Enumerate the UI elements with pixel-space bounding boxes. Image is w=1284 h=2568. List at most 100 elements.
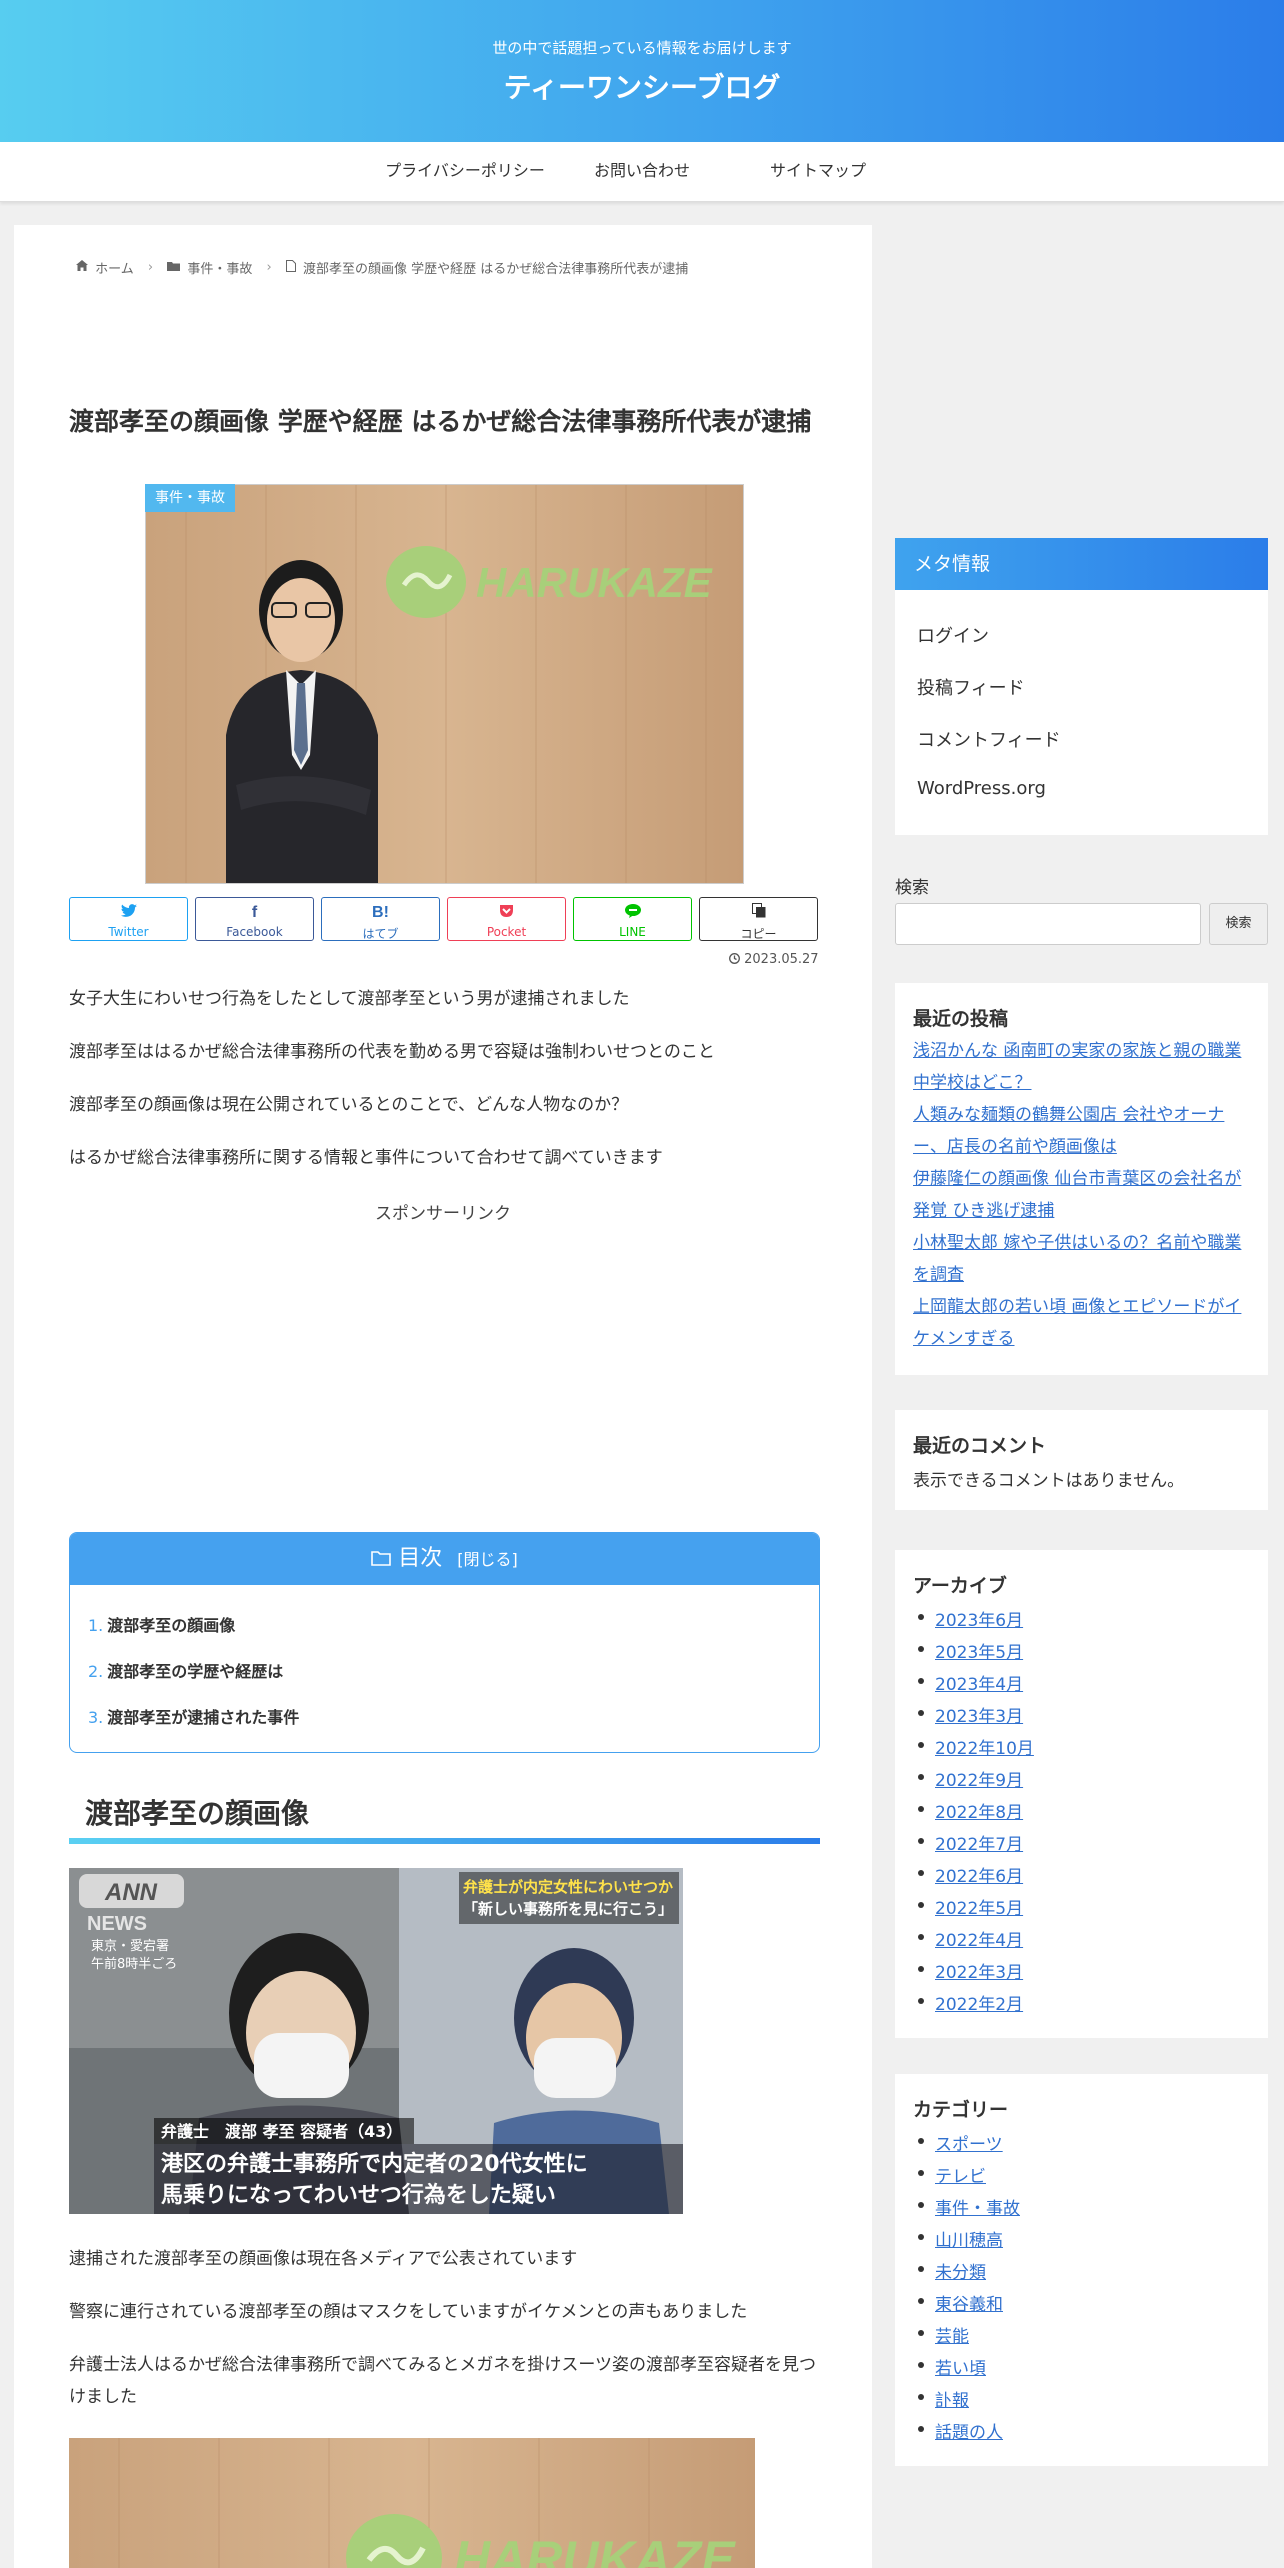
archive-link[interactable]: 2023年3月	[917, 1702, 1023, 1727]
toc-toggle[interactable]: [閉じる]	[457, 1550, 518, 1569]
svg-text:東京・愛宕署: 東京・愛宕署	[91, 1938, 169, 1954]
svg-text:港区の弁護士事務所で内定者の20代女性に: 港区の弁護士事務所で内定者の20代女性に	[161, 2151, 588, 2177]
chevron-right-icon: ›	[147, 260, 154, 275]
recent-post-link[interactable]: 伊藤隆仁の顔画像 仙台市青葉区の会社名が発覚 ひき逃げ逮捕	[913, 1163, 1253, 1227]
section-paragraph: 弁護士法人はるかぜ総合法律事務所で調べてみるとメガネを掛けスーツ姿の渡部孝至容疑…	[69, 2355, 816, 2407]
search-input[interactable]	[895, 903, 1201, 945]
table-of-contents: 目次 [閉じる] 1. 渡部孝至の顔画像 2. 渡部孝至の学歴や経歴は 3. 渡部孝至…	[69, 1532, 820, 1753]
clock-icon	[729, 952, 744, 967]
intro-paragraph: 渡部孝至ははるかぜ総合法律事務所の代表を勤める男で容疑は強制わいせつとのこと	[69, 1042, 715, 1062]
archive-link[interactable]: 2022年9月	[917, 1766, 1023, 1791]
share-pocket-label: Pocket	[486, 925, 527, 939]
category-link[interactable]: 山川穂高	[918, 2226, 1003, 2251]
haruzake-logo: HARUKAZE	[476, 559, 714, 606]
share-twitter-label: Twitter	[108, 925, 149, 939]
meta-wordpress-link[interactable]: WordPress.org	[917, 778, 1046, 799]
hatena-icon: B!	[372, 904, 389, 921]
share-facebook-button[interactable]: f Facebook	[195, 897, 314, 941]
category-link[interactable]: 未分類	[918, 2258, 986, 2283]
share-pocket-button[interactable]: Pocket	[447, 897, 566, 941]
recent-post-link[interactable]: 人類みな麺類の鶴舞公園店 会社やオーナー、店長の名前や顔画像は	[913, 1099, 1253, 1163]
nav-sitemap[interactable]: サイトマップ	[728, 142, 908, 202]
archives-widget: アーカイブ 2023年6月 2023年5月 2023年4月 2023年3月 20…	[895, 1550, 1268, 2038]
category-link[interactable]: 事件・事故	[918, 2194, 1020, 2219]
archive-link[interactable]: 2022年8月	[917, 1798, 1023, 1823]
archive-link[interactable]: 2022年7月	[917, 1830, 1023, 1855]
recent-posts-widget: 最近の投稿 浅沼かんな 函南町の実家の家族と親の職業 中学校はどこ？ 人類みな麺…	[895, 983, 1268, 1375]
news-image: ANN NEWS 東京・愛宕署 午前8時半ごろ 弁護士が内定女性にわいせつか 「…	[69, 1868, 683, 2214]
site-title[interactable]: ティーワンシーブログ	[0, 66, 1284, 106]
section-paragraph: 逮捕された渡部孝至の顔画像は現在各メディアで公表されています	[69, 2249, 578, 2269]
meta-widget: メタ情報 ログイン 投稿フィード コメントフィード WordPress.org	[895, 538, 1268, 835]
archive-link[interactable]: 2022年3月	[917, 1958, 1023, 1983]
meta-login-link[interactable]: ログイン	[917, 622, 989, 648]
haruzake-logo: HARUKAZE	[454, 2531, 736, 2568]
archive-link[interactable]: 2023年5月	[917, 1638, 1023, 1663]
archive-link[interactable]: 2022年2月	[917, 1990, 1023, 2015]
eyecatch-image: HARUKAZE	[145, 484, 744, 884]
svg-text:「新しい事務所を見に行こう」: 「新しい事務所を見に行こう」	[463, 1900, 673, 1918]
nav-privacy-policy[interactable]: プライバシーポリシー	[375, 142, 555, 202]
archive-link[interactable]: 2022年10月	[918, 1734, 1034, 1759]
category-label[interactable]: 事件・事故	[145, 484, 235, 512]
twitter-icon	[70, 903, 187, 923]
recent-post-link[interactable]: 上岡龍太郎の若い頃 画像とエピソードがイケメンすぎる	[913, 1291, 1253, 1355]
svg-text:弁護士が内定女性にわいせつか: 弁護士が内定女性にわいせつか	[463, 1878, 673, 1896]
share-buttons: Twitter f Facebook B! はてブ Pocket LINE コピ…	[69, 897, 831, 943]
share-line-label: LINE	[619, 925, 646, 939]
archive-link[interactable]: 2022年4月	[917, 1926, 1023, 1951]
line-icon	[574, 903, 691, 923]
intro-paragraph: 渡部孝至の顔画像は現在公開されているとのことで、どんな人物なのか？	[69, 1095, 629, 1115]
main-content: ホーム › 事件・事故 › 渡部孝至の顔画像 学歴や経歴 はるかぜ総合法律事務所…	[14, 225, 872, 2568]
archive-link[interactable]: 2023年4月	[917, 1670, 1023, 1695]
toc-title: 目次	[398, 1546, 443, 1571]
chevron-right-icon: ›	[266, 260, 272, 275]
meta-widget-title: メタ情報	[895, 538, 1268, 590]
toc-item[interactable]: 3. 渡部孝至が逮捕された事件	[88, 1704, 299, 1728]
breadcrumb-category[interactable]: 事件・事故	[187, 258, 252, 277]
page-title: 渡部孝至の顔画像 学歴や経歴 はるかぜ総合法律事務所代表が逮捕	[69, 407, 812, 436]
share-hatena-button[interactable]: B! はてブ	[321, 897, 440, 941]
archive-link[interactable]: 2023年6月	[917, 1606, 1023, 1631]
breadcrumb-home[interactable]: ホーム	[95, 258, 134, 277]
search-label: 検索	[895, 878, 929, 898]
meta-entries-feed-link[interactable]: 投稿フィード	[917, 674, 1025, 700]
share-copy-label: コピー	[740, 927, 777, 941]
category-link[interactable]: 訃報	[918, 2386, 969, 2411]
site-tagline: 世の中で話題担っている情報をお届けします	[492, 39, 792, 57]
recent-posts-title: 最近の投稿	[913, 1008, 1009, 1030]
category-link[interactable]: スポーツ	[918, 2130, 1003, 2155]
document-icon	[285, 259, 296, 276]
svg-text:午前8時半ごろ: 午前8時半ごろ	[91, 1956, 177, 1972]
toc-item[interactable]: 1. 渡部孝至の顔画像	[88, 1612, 235, 1636]
archive-link[interactable]: 2022年5月	[917, 1894, 1023, 1919]
share-copy-button[interactable]: コピー	[699, 897, 818, 941]
share-twitter-button[interactable]: Twitter	[69, 897, 188, 941]
category-link[interactable]: 芸能	[918, 2322, 969, 2347]
category-link[interactable]: 東谷義和	[918, 2290, 1003, 2315]
nav-contact[interactable]: お問い合わせ	[552, 142, 732, 202]
archive-link[interactable]: 2022年6月	[917, 1862, 1023, 1887]
global-nav: プライバシーポリシー お問い合わせ サイトマップ	[0, 142, 1284, 202]
recent-post-link[interactable]: 浅沼かんな 函南町の実家の家族と親の職業 中学校はどこ？	[913, 1035, 1253, 1099]
share-line-button[interactable]: LINE	[573, 897, 692, 941]
category-link[interactable]: テレビ	[918, 2162, 986, 2187]
no-comments-text: 表示できるコメントはありません。	[913, 1471, 1185, 1491]
intro-paragraph: 女子大生にわいせつ行為をしたとして渡部孝至という男が逮捕されました	[69, 989, 630, 1009]
folder-icon	[371, 1546, 398, 1571]
toc-item[interactable]: 2. 渡部孝至の学歴や経歴は	[88, 1658, 283, 1682]
categories-widget: カテゴリー スポーツ テレビ 事件・事故 山川穂高 未分類 東谷義和 芸能 若い…	[895, 2074, 1268, 2466]
search-button[interactable]: 検索	[1209, 903, 1268, 945]
breadcrumb: ホーム › 事件・事故 › 渡部孝至の顔画像 学歴や経歴 はるかぜ総合法律事務所…	[76, 258, 688, 277]
breadcrumb-current: 渡部孝至の顔画像 学歴や経歴 はるかぜ総合法律事務所代表が逮捕	[303, 262, 689, 277]
meta-comments-feed-link[interactable]: コメントフィード	[917, 726, 1061, 752]
categories-title: カテゴリー	[913, 2099, 1009, 2121]
category-link[interactable]: 話題の人	[918, 2418, 1003, 2443]
section-heading: 渡部孝至の顔画像	[69, 1792, 820, 1844]
post-date-value: 2023.05.27	[744, 952, 819, 967]
facebook-icon: f	[251, 904, 258, 921]
category-link[interactable]: 若い頃	[918, 2354, 986, 2379]
recent-post-link[interactable]: 小林聖太郎 嫁や子供はいるの？名前や職業を調査	[913, 1227, 1253, 1291]
share-hatena-label: はてブ	[362, 927, 399, 941]
site-header: 世の中で話題担っている情報をお届けします ティーワンシーブログ	[0, 0, 1284, 142]
